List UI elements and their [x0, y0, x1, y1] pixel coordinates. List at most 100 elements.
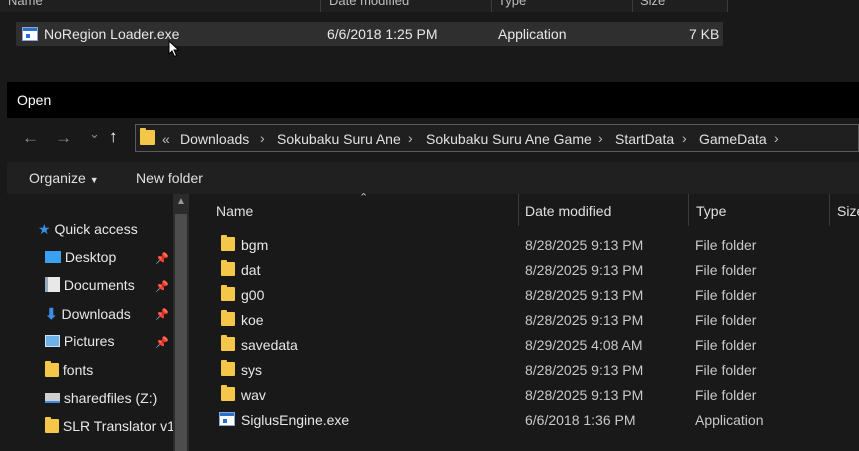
breadcrumb-chevron-icon[interactable]: › [598, 130, 603, 146]
star-icon: ★ [38, 221, 51, 237]
column-separator[interactable] [518, 194, 519, 226]
folder-icon [221, 360, 235, 379]
scroll-up-arrow-icon[interactable]: ▲ [173, 196, 189, 207]
file-type: Application [695, 412, 764, 428]
file-row[interactable]: g00 8/28/2025 9:13 PM File folder [193, 282, 859, 306]
bg-col-separator [491, 0, 492, 12]
breadcrumb-startdata[interactable]: StartData [615, 131, 674, 147]
file-name: savedata [241, 337, 298, 353]
file-date: 8/28/2025 9:13 PM [525, 387, 644, 403]
bg-file-type: Application [498, 26, 567, 42]
nav-item-sharedfiles[interactable]: sharedfiles (Z:) [45, 390, 157, 406]
nav-item-label: Downloads [61, 306, 131, 322]
col-header-date[interactable]: Date modified [525, 203, 611, 219]
column-separator[interactable] [688, 194, 689, 226]
exe-icon [219, 412, 235, 429]
col-header-type[interactable]: Type [696, 203, 726, 219]
mouse-cursor-icon [168, 40, 180, 58]
scrollbar-thumb[interactable] [175, 214, 187, 451]
bg-col-name[interactable]: Name [8, 0, 43, 8]
file-name: dat [241, 262, 261, 278]
nav-item-label: sharedfiles (Z:) [63, 390, 158, 406]
back-arrow-icon[interactable]: ← [22, 128, 39, 148]
pin-icon[interactable]: 📌 [155, 252, 169, 265]
nav-item-label: Documents [63, 277, 135, 293]
organize-button[interactable]: Organize ▼ [29, 170, 99, 186]
dialog-title: Open [17, 92, 52, 108]
file-date: 8/28/2025 9:13 PM [525, 287, 644, 303]
dropdown-caret-icon: ▼ [89, 175, 99, 185]
exe-icon [22, 27, 38, 44]
breadcrumb-downloads[interactable]: Downloads [180, 131, 249, 147]
file-type: File folder [695, 337, 757, 353]
breadcrumb-chevron-icon[interactable]: › [682, 130, 687, 146]
bg-col-size[interactable]: Size [640, 0, 665, 8]
file-type: File folder [695, 262, 757, 278]
file-type: File folder [695, 387, 757, 403]
bg-col-date[interactable]: Date modified [329, 0, 409, 8]
nav-item-downloads[interactable]: ⬇ Downloads [45, 305, 131, 323]
file-type: File folder [695, 362, 757, 378]
file-row[interactable]: SiglusEngine.exe 6/6/2018 1:36 PM Applic… [193, 407, 859, 431]
nav-item-fonts[interactable]: fonts [45, 361, 94, 378]
nav-item-quick-access[interactable]: ★ Quick access [38, 221, 138, 238]
bg-col-separator [727, 0, 728, 12]
new-folder-button[interactable]: New folder [136, 170, 203, 186]
file-date: 8/29/2025 4:08 AM [525, 337, 643, 353]
nav-item-label: fonts [62, 362, 94, 378]
breadcrumb-chevron-icon[interactable]: › [774, 130, 779, 146]
file-name: wav [241, 387, 266, 403]
file-row[interactable]: savedata 8/29/2025 4:08 AM File folder [193, 332, 859, 356]
nav-item-label: Pictures [63, 333, 115, 349]
file-row[interactable]: koe 8/28/2025 9:13 PM File folder [193, 307, 859, 331]
bg-file-size: 7 KB [689, 26, 720, 42]
file-list: ⌃ Name Date modified Type Size bgm 8/28/… [193, 192, 859, 451]
folder-icon [140, 128, 155, 150]
file-row[interactable]: sys 8/28/2025 9:13 PM File folder [193, 357, 859, 381]
file-name: bgm [241, 237, 269, 253]
forward-arrow-icon[interactable]: → [55, 128, 72, 148]
file-row[interactable]: wav 8/28/2025 9:13 PM File folder [193, 382, 859, 406]
bg-file-date: 6/6/2018 1:25 PM [327, 26, 438, 42]
file-date: 8/28/2025 9:13 PM [525, 312, 644, 328]
breadcrumb-sokubaku-suru-ane-game[interactable]: Sokubaku Suru Ane Game [426, 131, 592, 147]
breadcrumb-overflow[interactable]: « [162, 131, 170, 147]
nav-item-slr-translator[interactable]: SLR Translator v1 [45, 417, 175, 434]
nav-item-desktop[interactable]: Desktop [45, 249, 116, 265]
file-row[interactable]: bgm 8/28/2025 9:13 PM File folder [193, 232, 859, 256]
background-column-header: Name Date modified Type Size [0, 0, 728, 12]
file-row[interactable]: dat 8/28/2025 9:13 PM File folder [193, 257, 859, 281]
bg-col-separator [320, 0, 321, 12]
pin-icon[interactable]: 📌 [155, 308, 169, 321]
file-date: 6/6/2018 1:36 PM [525, 412, 636, 428]
pin-icon[interactable]: 📌 [155, 280, 169, 293]
dialog-titlebar[interactable]: Open [7, 82, 859, 118]
breadcrumb-chevron-icon[interactable]: › [260, 130, 265, 146]
folder-icon [221, 310, 235, 329]
breadcrumb-sokubaku-suru-ane[interactable]: Sokubaku Suru Ane [277, 131, 401, 147]
folder-icon [221, 335, 235, 354]
recent-locations-chevron-icon[interactable]: ⌄ [89, 126, 100, 142]
folder-icon [221, 385, 235, 404]
pin-icon[interactable]: 📌 [155, 336, 169, 349]
folder-icon [45, 417, 59, 434]
file-type: File folder [695, 287, 757, 303]
file-date: 8/28/2025 9:13 PM [525, 237, 644, 253]
bg-file-row[interactable]: NoRegion Loader.exe 6/6/2018 1:25 PM App… [16, 22, 723, 46]
nav-pane-scrollbar[interactable]: ▲ [173, 194, 189, 451]
col-header-name[interactable]: Name [216, 203, 253, 219]
breadcrumb-gamedata[interactable]: GameData [699, 131, 767, 147]
file-name: SiglusEngine.exe [241, 412, 350, 428]
nav-item-label: Desktop [64, 249, 117, 265]
col-header-size[interactable]: Size [837, 203, 859, 219]
file-name: sys [241, 362, 262, 378]
sort-ascending-icon: ⌃ [359, 192, 369, 204]
up-arrow-icon[interactable]: ↑ [109, 127, 118, 147]
nav-item-pictures[interactable]: Pictures [45, 333, 114, 349]
address-bar[interactable]: « Downloads › Sokubaku Suru Ane › Sokuba… [135, 124, 859, 152]
documents-icon [45, 277, 60, 292]
breadcrumb-chevron-icon[interactable]: › [408, 130, 413, 146]
bg-col-type[interactable]: Type [498, 0, 526, 8]
nav-item-documents[interactable]: Documents [45, 277, 135, 293]
column-separator[interactable] [829, 194, 830, 226]
